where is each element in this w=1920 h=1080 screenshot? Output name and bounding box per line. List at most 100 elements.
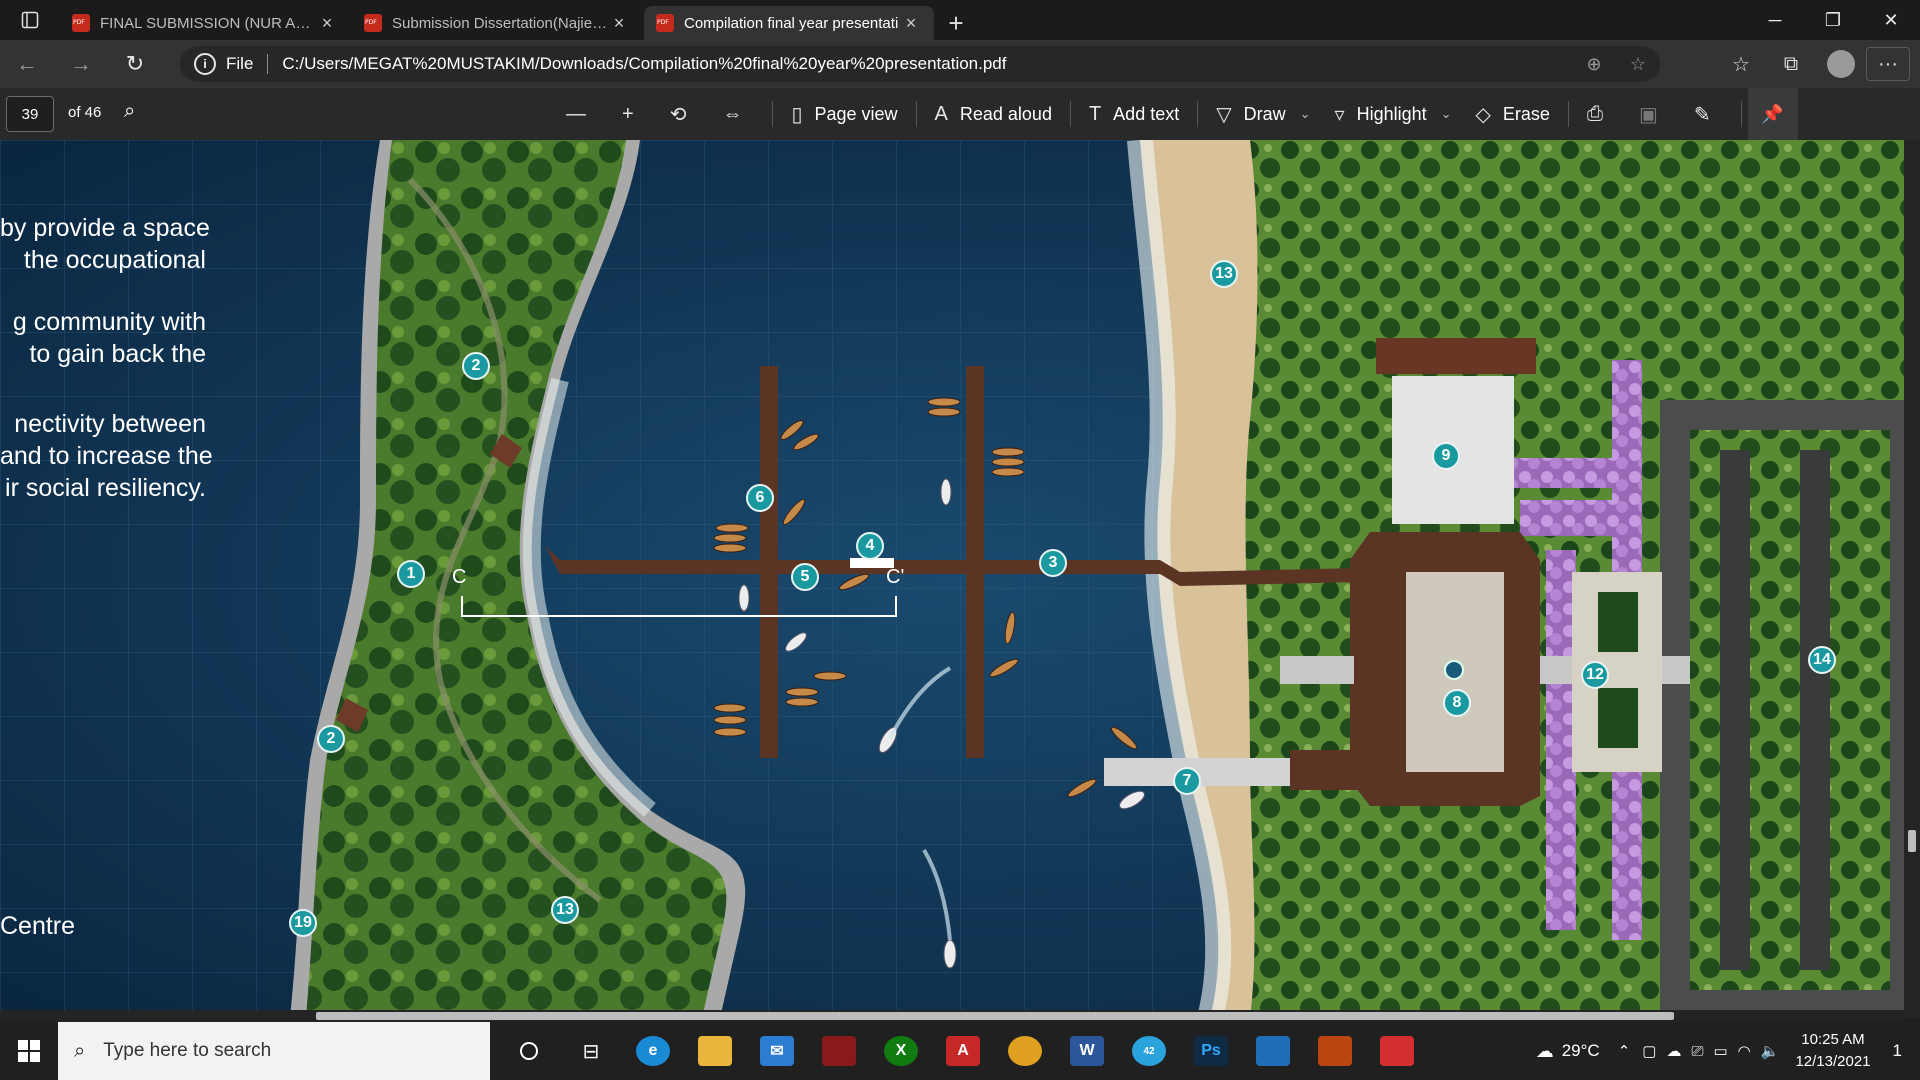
date: 12/13/2021 — [1795, 1053, 1871, 1070]
print-icon: ⎙ — [1586, 102, 1603, 125]
meet-now-icon[interactable]: ▢ — [1642, 1042, 1656, 1060]
tab-compilation[interactable]: Compilation final year presentati × — [644, 6, 934, 40]
forward-button[interactable]: → — [54, 40, 108, 88]
battery-icon[interactable]: ▭ — [1713, 1042, 1727, 1060]
page-view-icon: ▯ — [791, 103, 803, 126]
chevron-up-icon[interactable]: ⌃ — [1618, 1042, 1631, 1060]
photoshop-button[interactable]: Ps — [1180, 1022, 1242, 1080]
zoom-in-button[interactable]: + — [610, 88, 658, 140]
horizontal-scrollbar[interactable] — [0, 1010, 1904, 1022]
word-button[interactable]: W — [1056, 1022, 1118, 1080]
page-number-input[interactable]: 39 — [6, 96, 54, 132]
app-redbox-button[interactable] — [1366, 1022, 1428, 1080]
save-as-button[interactable]: ✎ — [1682, 88, 1735, 140]
tab-label: FINAL SUBMISSION (NUR ADIIBA — [100, 14, 316, 32]
restore-button[interactable]: ❐ — [1804, 0, 1862, 40]
zoom-out-button[interactable]: — — [554, 88, 610, 140]
minimize-button[interactable]: ─ — [1746, 0, 1804, 40]
refresh-button[interactable]: ↻ — [108, 40, 162, 88]
new-tab-button[interactable]: + — [936, 6, 976, 40]
cortana-icon — [520, 1042, 538, 1060]
scroll-thumb[interactable] — [1908, 830, 1916, 852]
task-view-icon: ⊟ — [582, 1040, 600, 1063]
erase-button[interactable]: ◇ Erase — [1464, 88, 1562, 140]
wifi-icon[interactable]: ◠ — [1738, 1042, 1751, 1060]
address-bar: ← → ↻ i File C:/Users/MEGAT%20MUSTAKIM/D… — [0, 40, 1920, 88]
close-window-button[interactable]: ✕ — [1862, 0, 1920, 40]
profile-icon[interactable] — [1827, 50, 1855, 78]
read-aloud-label: Read aloud — [959, 103, 1052, 124]
collections-icon[interactable]: ⧉ — [1766, 40, 1816, 88]
edge-button[interactable]: e — [622, 1022, 684, 1080]
notification-icon[interactable]: 1 — [1893, 1041, 1902, 1061]
xbox-button[interactable]: X — [870, 1022, 932, 1080]
camera-icon[interactable]: ⎚ — [1691, 1043, 1703, 1060]
save-button[interactable]: ▣ — [1627, 88, 1682, 140]
back-button[interactable]: ← — [0, 40, 54, 88]
chevron-down-icon[interactable]: ⌄ — [1300, 106, 1311, 122]
plus-icon: + — [622, 102, 634, 125]
task-view-button[interactable]: ⊟ — [560, 1022, 622, 1080]
chrome-button[interactable] — [994, 1022, 1056, 1080]
page-view-button[interactable]: ▯ Page view — [779, 88, 909, 140]
draw-button[interactable]: ▽ Draw ⌄ — [1204, 88, 1322, 140]
weather-icon[interactable]: ☁ — [1536, 1041, 1554, 1062]
more-icon[interactable]: ··· — [1866, 47, 1910, 81]
section-marker-right: C' — [886, 566, 905, 588]
url-field[interactable]: i File C:/Users/MEGAT%20MUSTAKIM/Downloa… — [180, 46, 1660, 82]
search-icon[interactable]: ⌕ — [124, 100, 135, 123]
vertical-scrollbar[interactable] — [1904, 140, 1920, 1018]
volume-icon[interactable]: 🔈 — [1761, 1042, 1780, 1060]
app-red-button[interactable] — [808, 1022, 870, 1080]
start-button[interactable] — [0, 1022, 58, 1080]
favorites-icon[interactable]: ☆ — [1716, 40, 1766, 88]
tab-final-submission[interactable]: FINAL SUBMISSION (NUR ADIIBA × — [60, 6, 350, 40]
rotate-button[interactable]: ⟲ — [658, 88, 711, 140]
print-button[interactable]: ⎙ — [1575, 88, 1627, 140]
autocad-button[interactable]: A — [932, 1022, 994, 1080]
clock[interactable]: 10:25 AM 12/13/2021 — [1795, 1029, 1870, 1073]
close-tab-icon[interactable]: × — [608, 13, 630, 34]
close-tab-icon[interactable]: × — [900, 13, 922, 34]
marker-19: 19 — [289, 909, 317, 937]
add-text-button[interactable]: T Add text — [1077, 88, 1191, 140]
pdf-page[interactable]: by provide a space the occupational g co… — [0, 140, 1920, 1018]
read-aloud-icon: A — [934, 102, 948, 125]
onedrive-icon[interactable]: ☁ — [1666, 1042, 1681, 1060]
refresh-icon: ↻ — [125, 51, 145, 76]
read-aloud-button[interactable]: A Read aloud — [923, 88, 1064, 140]
marker-1: 1 — [397, 560, 425, 588]
divider — [1069, 101, 1071, 127]
eraser-icon: ◇ — [1475, 103, 1491, 126]
scroll-thumb[interactable] — [316, 1012, 1674, 1020]
fit-page-button[interactable]: ⇔ — [710, 88, 766, 140]
file-explorer-button[interactable] — [684, 1022, 746, 1080]
star-add-icon[interactable]: ☆ — [1616, 54, 1660, 75]
zoom-icon[interactable]: ⊕ — [1572, 54, 1616, 75]
divider — [1197, 101, 1199, 127]
telegram-button[interactable]: 42 — [1118, 1022, 1180, 1080]
chevron-down-icon[interactable]: ⌄ — [1441, 106, 1452, 122]
time: 10:25 AM — [1801, 1031, 1865, 1048]
app-multicolor-button[interactable] — [1304, 1022, 1366, 1080]
back-arrow-icon: ← — [16, 51, 38, 76]
page-view-label: Page view — [814, 103, 898, 124]
close-tab-icon[interactable]: × — [316, 13, 338, 34]
photos-button[interactable] — [1242, 1022, 1304, 1080]
mail-button[interactable]: ✉ — [746, 1022, 808, 1080]
pin-toolbar-button[interactable]: 📌 — [1747, 88, 1798, 140]
marker-3: 3 — [1039, 549, 1067, 577]
highlight-label: Highlight — [1356, 103, 1427, 124]
info-icon[interactable]: i — [194, 53, 216, 75]
highlight-button[interactable]: ▿ Highlight ⌄ — [1323, 88, 1464, 140]
divider — [772, 101, 774, 127]
edge-icon: e — [636, 1036, 670, 1066]
taskbar-search-input[interactable]: ⌕ Type here to search — [58, 1022, 490, 1080]
add-text-icon: T — [1088, 102, 1102, 125]
paragraph-line: to gain back the — [29, 340, 206, 368]
weather-temp[interactable]: 29°C — [1562, 1041, 1600, 1061]
pdf-toolbar: 39 of 46 ⌕ — + ⟲ ⇔ ▯ Page view A Read alou… — [0, 88, 1920, 140]
tab-submission-dissertation[interactable]: Submission Dissertation(Najiehah × — [352, 6, 642, 40]
tab-actions-button[interactable] — [0, 0, 60, 40]
cortana-button[interactable] — [498, 1022, 560, 1080]
